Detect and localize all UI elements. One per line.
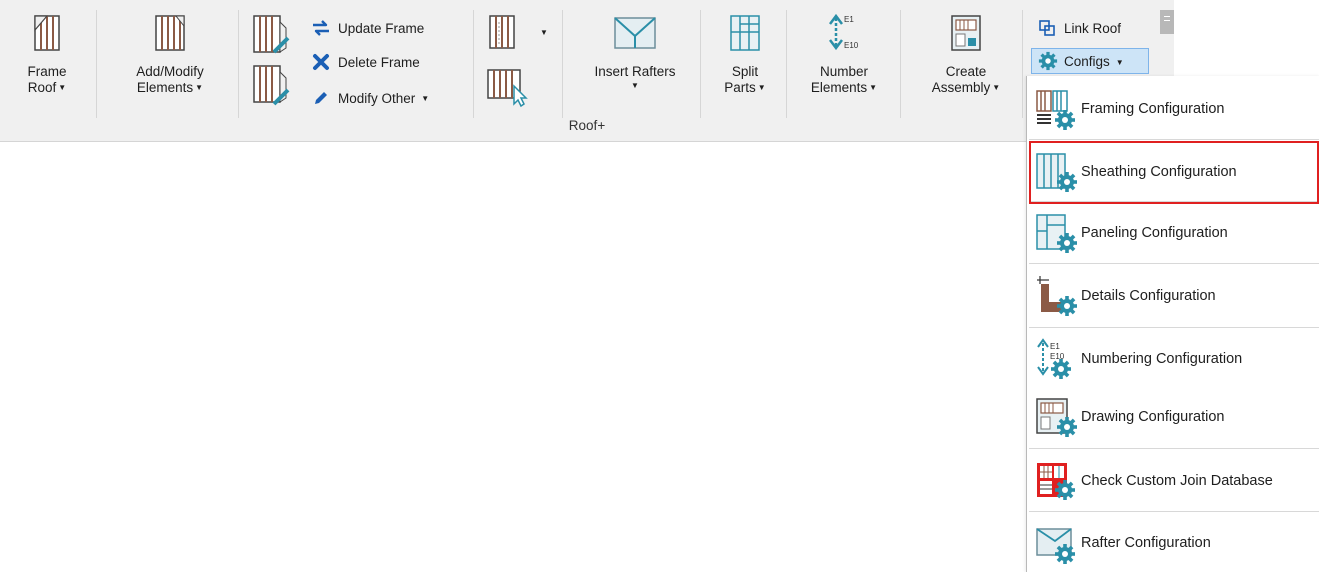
split-parts-label: Split Parts	[724, 64, 759, 95]
separator	[900, 10, 901, 118]
pencil-icon	[310, 88, 332, 108]
ribbon: Frame Roof ▼ Add/Modify Elements ▼ Updat…	[0, 0, 1174, 142]
update-arrows-icon	[310, 18, 332, 38]
framing-config-icon	[1036, 90, 1075, 130]
number-icon-top-text: E1	[844, 15, 854, 24]
modify-other-button[interactable]: Modify Other ▼	[310, 86, 429, 110]
chevron-down-icon: ▼	[757, 83, 766, 92]
split-parts-button[interactable]: Split Parts ▼	[712, 12, 778, 96]
menu-item-label: Rafter Configuration	[1081, 535, 1211, 551]
chevron-down-icon: ▼	[58, 83, 67, 92]
menu-item-rafter-configuration[interactable]: Rafter Configuration	[1027, 514, 1319, 572]
create-assembly-label: Create Assembly	[931, 64, 991, 95]
chevron-down-icon: ▼	[992, 83, 1001, 92]
separator	[562, 10, 563, 118]
details-config-icon	[1037, 276, 1077, 316]
insert-rafters-button[interactable]: Insert Rafters ▼	[574, 12, 696, 90]
ribbon-overflow-handle[interactable]	[1160, 10, 1174, 34]
menu-item-label: Details Configuration	[1081, 288, 1216, 304]
frame-options-button[interactable]: ▼	[484, 14, 548, 54]
split-parts-icon	[730, 15, 760, 51]
create-assembly-icon	[951, 15, 981, 51]
configs-button[interactable]: Configs ▼	[1031, 48, 1149, 74]
panel-title: Roof+	[568, 118, 606, 133]
modify-other-label: Modify Other	[338, 90, 416, 106]
menu-item-label: Framing Configuration	[1081, 101, 1225, 117]
link-icon	[1036, 18, 1058, 38]
menu-item-details-configuration[interactable]: Details Configuration	[1027, 267, 1319, 325]
delete-frame-label: Delete Frame	[338, 54, 420, 70]
rafter-config-icon	[1036, 528, 1075, 564]
link-roof-label: Link Roof	[1064, 20, 1122, 36]
menu-divider	[1029, 327, 1319, 328]
create-assembly-button[interactable]: Create Assembly ▼	[914, 12, 1018, 96]
modify-frame-large-icon	[253, 65, 290, 106]
link-roof-button[interactable]: Link Roof	[1036, 16, 1121, 40]
number-icon-bottom-text: E10	[844, 41, 859, 50]
add-modify-elements-icon	[155, 15, 185, 51]
separator	[700, 10, 701, 118]
frame-roof-button[interactable]: Frame Roof ▼	[22, 12, 72, 96]
menu-item-label: Check Custom Join Database	[1081, 473, 1273, 489]
menu-divider	[1029, 511, 1319, 512]
number-elements-label: Number Elements	[810, 64, 868, 95]
highlight-box	[1029, 141, 1319, 204]
numbering-config-icon: E1 E10	[1037, 338, 1071, 379]
configs-label: Configs	[1064, 53, 1110, 69]
separator	[238, 10, 239, 118]
chevron-down-icon: ▼	[540, 28, 548, 37]
number-icon-top-text: E1	[1050, 342, 1060, 351]
add-modify-elements-button[interactable]: Add/Modify Elements ▼	[115, 12, 225, 96]
paneling-config-icon	[1036, 214, 1077, 253]
frame-roof-icon	[34, 15, 60, 51]
menu-item-label: Paneling Configuration	[1081, 225, 1228, 241]
select-frame-icon[interactable]	[484, 64, 528, 108]
menu-item-label: Drawing Configuration	[1081, 409, 1225, 425]
separator	[1022, 10, 1023, 118]
insert-rafters-icon	[614, 17, 656, 49]
update-frame-button[interactable]: Update Frame	[310, 16, 424, 40]
menu-item-framing-configuration[interactable]: Framing Configuration	[1027, 80, 1319, 138]
chevron-down-icon: ▼	[195, 83, 204, 92]
separator	[96, 10, 97, 118]
menu-item-drawing-configuration[interactable]: Drawing Configuration	[1027, 388, 1319, 446]
drawing-config-icon	[1036, 398, 1077, 437]
join-database-icon	[1037, 463, 1075, 500]
menu-item-check-custom-join-database[interactable]: Check Custom Join Database	[1027, 452, 1319, 510]
menu-divider	[1029, 448, 1319, 449]
menu-item-paneling-configuration[interactable]: Paneling Configuration	[1027, 204, 1319, 262]
menu-divider	[1029, 263, 1319, 264]
chevron-down-icon: ▼	[1115, 57, 1124, 67]
numbering-icon: E1 E10	[829, 13, 859, 51]
menu-divider	[1029, 139, 1319, 140]
insert-rafters-label: Insert Rafters	[594, 64, 676, 79]
update-frame-label: Update Frame	[338, 20, 425, 36]
delete-x-icon	[310, 52, 332, 72]
number-elements-button[interactable]: E1 E10 Number Elements ▼	[798, 12, 890, 96]
menu-item-label: Numbering Configuration	[1081, 351, 1243, 367]
chevron-down-icon: ▼	[631, 81, 639, 90]
chevron-down-icon: ▼	[421, 93, 430, 103]
update-frame-large-icon	[253, 15, 290, 54]
add-modify-elements-label: Add/Modify Elements	[136, 64, 204, 95]
frame-grid-icon	[489, 15, 515, 49]
separator	[473, 10, 474, 118]
gear-icon	[1038, 51, 1058, 71]
separator	[786, 10, 787, 118]
chevron-down-icon: ▼	[869, 83, 878, 92]
delete-frame-button[interactable]: Delete Frame	[310, 50, 420, 74]
menu-item-numbering-configuration[interactable]: E1 E10 Numbering Configuration	[1027, 330, 1319, 388]
